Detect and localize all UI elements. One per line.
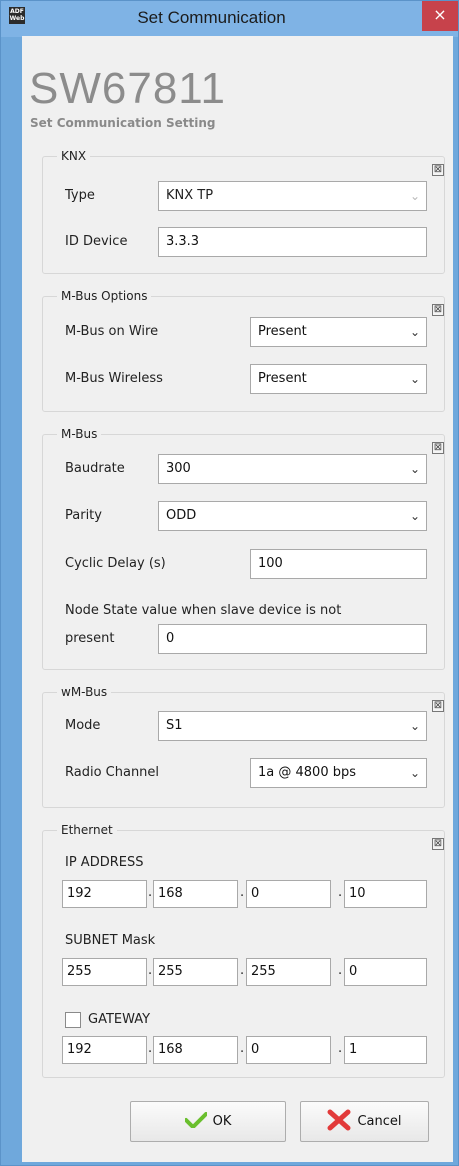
- mbus-wireless-select[interactable]: Present ⌄: [250, 364, 427, 394]
- octet-separator: .: [148, 963, 153, 978]
- gateway-octet-1[interactable]: 192: [62, 1036, 147, 1064]
- subnet-octet-3[interactable]: 255: [246, 958, 331, 986]
- gateway-octet-2[interactable]: 168: [153, 1036, 238, 1064]
- chevron-down-icon: ⌄: [409, 325, 420, 339]
- cyclic-delay-input[interactable]: 100: [250, 549, 427, 579]
- octet-separator: .: [148, 885, 153, 900]
- octet-separator: .: [240, 963, 245, 978]
- radio-channel-select[interactable]: 1a @ 4800 bps ⌄: [250, 758, 427, 788]
- mbus-options-collapse-icon[interactable]: ⊠: [432, 304, 444, 316]
- octet-separator: .: [240, 885, 245, 900]
- cancel-button[interactable]: Cancel: [300, 1101, 429, 1142]
- knx-legend: KNX: [57, 149, 91, 164]
- ethernet-collapse-icon[interactable]: ⊠: [432, 838, 444, 850]
- chevron-down-icon: ⌄: [409, 372, 420, 386]
- node-state-label-cont: present: [65, 631, 115, 646]
- mbus-on-wire-label: M-Bus on Wire: [65, 324, 159, 339]
- mbus-options-group: M-Bus Options: [42, 289, 445, 412]
- gateway-octet-3[interactable]: 0: [246, 1036, 331, 1064]
- close-button[interactable]: ×: [422, 1, 458, 31]
- gateway-label: GATEWAY: [88, 1012, 151, 1027]
- mbus-on-wire-value: Present: [258, 324, 307, 339]
- mbus-wireless-value: Present: [258, 371, 307, 386]
- id-device-label: ID Device: [65, 234, 128, 249]
- octet-separator: .: [148, 1041, 153, 1056]
- ip-octet-2[interactable]: 168: [153, 880, 238, 908]
- mbus-wireless-label: M-Bus Wireless: [65, 371, 163, 386]
- radio-channel-label: Radio Channel: [65, 765, 160, 780]
- wmbus-group: wM-Bus: [42, 685, 445, 808]
- ip-address-label: IP ADDRESS: [65, 855, 144, 870]
- octet-separator: .: [338, 885, 343, 900]
- mbus-on-wire-select[interactable]: Present ⌄: [250, 317, 427, 347]
- cyclic-delay-label: Cyclic Delay (s): [65, 556, 166, 571]
- radio-channel-value: 1a @ 4800 bps: [258, 765, 356, 780]
- subnet-mask-label: SUBNET Mask: [65, 933, 156, 948]
- parity-label: Parity: [65, 508, 102, 523]
- wmbus-collapse-icon[interactable]: ⊠: [432, 700, 444, 712]
- cancel-button-content: Cancel: [301, 1102, 428, 1141]
- octet-separator: .: [240, 1041, 245, 1056]
- parity-value: ODD: [166, 508, 197, 523]
- cancel-button-label: Cancel: [357, 1114, 402, 1129]
- chevron-down-icon: ⌄: [409, 766, 420, 780]
- knx-type-label: Type: [65, 188, 95, 203]
- knx-type-value: KNX TP: [166, 188, 214, 203]
- node-state-label: Node State value when slave device is no…: [65, 603, 342, 618]
- knx-type-select[interactable]: KNX TP ⌄: [158, 181, 427, 211]
- window-title: Set Communication: [137, 8, 286, 27]
- checkmark-icon: [183, 1111, 208, 1132]
- page-subtitle: Set Communication Setting: [30, 116, 216, 130]
- chevron-down-icon: ⌄: [409, 509, 420, 523]
- ok-button-content: OK: [131, 1102, 285, 1141]
- mbus-collapse-icon[interactable]: ⊠: [432, 442, 444, 454]
- chevron-down-icon: ⌄: [409, 189, 420, 203]
- subnet-octet-1[interactable]: 255: [62, 958, 147, 986]
- ip-octet-4[interactable]: 10: [344, 880, 427, 908]
- ip-octet-1[interactable]: 192: [62, 880, 147, 908]
- gateway-checkbox[interactable]: [65, 1012, 81, 1028]
- node-state-input[interactable]: 0: [158, 624, 427, 654]
- ethernet-legend: Ethernet: [57, 823, 117, 838]
- octet-separator: .: [338, 1041, 343, 1056]
- parity-select[interactable]: ODD ⌄: [158, 501, 427, 531]
- red-x-icon: [327, 1109, 351, 1135]
- chevron-down-icon: ⌄: [409, 462, 420, 476]
- baudrate-value: 300: [166, 461, 191, 476]
- knx-collapse-icon[interactable]: ⊠: [432, 164, 444, 176]
- wmbus-legend: wM-Bus: [57, 685, 112, 700]
- mbus-options-legend: M-Bus Options: [57, 289, 152, 304]
- title-bar[interactable]: ADF Web Set Communication ×: [1, 1, 458, 37]
- chevron-down-icon: ⌄: [409, 719, 420, 733]
- gateway-octet-4[interactable]: 1: [344, 1036, 427, 1064]
- ip-octet-3[interactable]: 0: [246, 880, 331, 908]
- octet-separator: .: [338, 963, 343, 978]
- baudrate-label: Baudrate: [65, 461, 125, 476]
- mode-label: Mode: [65, 718, 101, 733]
- product-logo: SW67811: [29, 64, 226, 113]
- id-device-input[interactable]: 3.3.3: [158, 227, 427, 257]
- mode-select[interactable]: S1 ⌄: [158, 711, 427, 741]
- mbus-legend: M-Bus: [57, 427, 102, 442]
- mode-value: S1: [166, 718, 183, 733]
- ok-button[interactable]: OK: [130, 1101, 286, 1142]
- ok-button-label: OK: [212, 1114, 232, 1129]
- subnet-octet-4[interactable]: 0: [344, 958, 427, 986]
- subnet-octet-2[interactable]: 255: [153, 958, 238, 986]
- baudrate-select[interactable]: 300 ⌄: [158, 454, 427, 484]
